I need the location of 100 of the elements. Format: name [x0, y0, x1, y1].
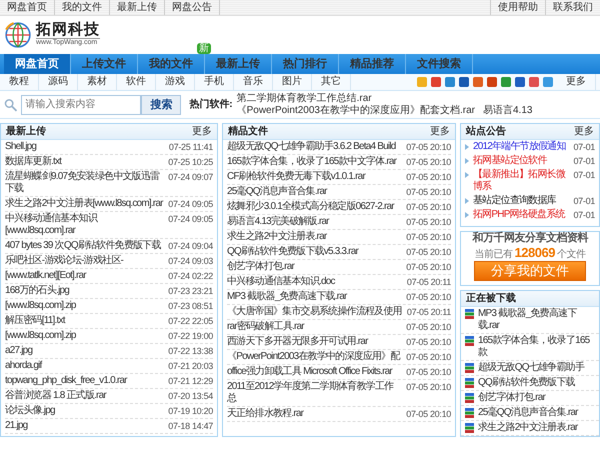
bullet-icon	[465, 212, 469, 218]
file-link[interactable]: 407 bytes 39 次QQ刷钻软件免费版下载	[5, 240, 161, 252]
category-link[interactable]: 源码	[39, 74, 78, 90]
upload-time: 07-21 20:03	[168, 360, 213, 372]
more-link[interactable]: 更多	[430, 124, 450, 139]
more-link[interactable]: 更多	[192, 124, 212, 139]
file-link[interactable]: 2011至2012学年度第二学期体育教学工作总	[227, 381, 402, 405]
file-link[interactable]: 165款字体合集，收录了165款中文字体.rar	[227, 156, 396, 168]
file-link[interactable]: 谷普浏览器 1.8 正式版.rar	[5, 390, 106, 402]
more-link[interactable]: 更多	[557, 74, 596, 90]
file-link[interactable]: 《大唐帝国》集市交易系统操作流程及使用	[227, 306, 402, 318]
notice-link[interactable]: 基站定位查询数据库	[473, 195, 570, 207]
upload-time: 07-05 20:10	[406, 246, 451, 258]
upload-time: 07-25 11:41	[168, 141, 213, 153]
file-link[interactable]: 乐吧社区-游戏论坛-游戏社区-	[5, 255, 123, 267]
file-link[interactable]: 流星蝴蝶剑9.07免安装绿色中文版迅雷下载	[5, 171, 164, 195]
file-link[interactable]: QQ刷钻软件免费版下载	[478, 376, 575, 389]
file-link[interactable]: 天正给排水教程.rar	[227, 408, 304, 420]
notice-link[interactable]: 2012年端午节放假通知	[473, 141, 570, 153]
upload-time: 07-24 09:05	[168, 213, 213, 225]
file-link[interactable]: [www.l8sq.com].zip	[5, 330, 76, 342]
file-link[interactable]: ahorda.gif	[5, 360, 42, 372]
file-link[interactable]: 西游天下多开器无限多开可试用.rar	[227, 336, 368, 348]
file-link[interactable]: 解压密码[11].txt	[5, 315, 65, 327]
notice-link[interactable]: 【最新推出】拓网长微博系	[473, 169, 570, 193]
file-link[interactable]: a27.jpg	[5, 345, 32, 357]
file-link[interactable]: [www.l8sq.com].zip	[5, 300, 76, 312]
category-link[interactable]: 软件	[117, 74, 156, 90]
upload-time: 07-22 13:38	[168, 345, 213, 357]
file-link[interactable]: 求生之路2中文注册表.rar	[227, 231, 326, 243]
top-link[interactable]: 联系我们	[545, 0, 600, 15]
notice-link[interactable]: 拓网PHP网络硬盘系统	[473, 209, 570, 221]
upload-time: 07-20 13:54	[168, 390, 213, 402]
category-link[interactable]: 教程	[0, 74, 39, 90]
file-link[interactable]: 中兴移动通信基本知识.doc	[227, 276, 335, 288]
upload-time: 07-05 20:10	[406, 408, 451, 420]
more-link[interactable]: 更多	[574, 124, 594, 139]
file-link[interactable]: 超级无敌QQ七雄争霸助手	[478, 362, 584, 374]
file-link[interactable]: 165款字体合集，收录了165款	[478, 334, 595, 359]
category-link[interactable]: 素材	[78, 74, 117, 90]
hot-link[interactable]: 《PowerPoint2003在教学中的深度应用》配套文档.rar	[236, 104, 475, 116]
upload-time: 07-05 20:10	[406, 336, 451, 348]
hot-link[interactable]: 易语言4.13	[482, 104, 532, 116]
upload-time: 07-24 09:07	[168, 171, 213, 183]
file-link[interactable]: 求生之路2中文注册表[www.l8sq.com].rar	[5, 198, 163, 210]
category-link[interactable]: 图片	[273, 74, 312, 90]
file-link[interactable]: MP3 截歌器_免费高速下载.rar	[227, 291, 347, 303]
upload-time: 07-21 12:29	[168, 375, 213, 387]
notice-date: 07-01	[573, 169, 595, 181]
file-link[interactable]: 21.jpg	[5, 420, 28, 432]
top-link[interactable]: 我的文件	[55, 0, 110, 15]
upload-time: 07-05 20:10	[406, 381, 451, 393]
hot-link[interactable]: 第二学期体育教学工作总结.rar	[236, 92, 372, 104]
upload-time: 07-05 20:10	[406, 366, 451, 378]
top-link[interactable]: 使用帮助	[490, 0, 545, 15]
archive-icon	[465, 336, 474, 346]
upload-time: 07-05 20:11	[406, 306, 451, 318]
file-link[interactable]: MP3 截歌器_免费高速下载.rar	[478, 308, 595, 332]
panel-title: 最新上传	[6, 124, 46, 139]
file-link[interactable]: 创艺字体打包.rar	[227, 261, 294, 273]
file-link[interactable]: 求生之路2中文注册表.rar	[478, 422, 578, 434]
file-link[interactable]: [www.tatlk.net][Eot].rar	[5, 270, 86, 282]
notice-link[interactable]: 拓网基站定位软件	[473, 155, 570, 167]
file-link[interactable]: 25毫QQ消息声音合集.rar	[227, 186, 327, 198]
file-link[interactable]: 炫舞邪少3.0.1全模式高分稳定版0627-2.rar	[227, 201, 394, 213]
file-link[interactable]: 数据库更新.txt	[5, 156, 62, 168]
logo-text: 拓网科技	[36, 22, 100, 38]
top-link[interactable]: 最新上传	[110, 0, 165, 15]
file-link[interactable]: 超级无敌QQ七雄争霸助手3.6.2 Beta4 Build	[227, 141, 396, 153]
file-link[interactable]: 《PowerPoint2003在教学中的深度应用》配	[227, 351, 400, 363]
file-link[interactable]: QQ刷钻软件免费版下载v5.3.3.rar	[227, 246, 358, 258]
file-link[interactable]: 25毫QQ消息声音合集.rar	[478, 406, 578, 419]
nav-tab[interactable]: 网盘首页	[4, 54, 71, 74]
file-link[interactable]: 易语言4.13完美破解版.rar	[227, 216, 329, 228]
top-link[interactable]: 网盘首页	[0, 0, 55, 15]
globe-logo-icon	[4, 21, 32, 49]
upload-time: 07-05 20:10	[406, 141, 451, 153]
upload-time: 07-05 20:10	[406, 231, 451, 243]
category-link[interactable]: 手机	[195, 74, 234, 90]
search-button[interactable]: 搜索	[141, 94, 182, 114]
category-link[interactable]: 音乐	[234, 74, 273, 90]
upload-time: 07-05 20:10	[406, 171, 451, 183]
file-link[interactable]: Shell.jpg	[5, 141, 36, 153]
file-link[interactable]: office强力卸载工具 Microsoft Office Fixits.rar	[227, 366, 392, 378]
search-field[interactable]: 请输入搜索内容	[21, 94, 142, 114]
upload-time: 07-23 23:21	[168, 285, 213, 297]
archive-icon	[465, 408, 474, 418]
file-link[interactable]: 创艺字体打包.rar	[478, 392, 546, 404]
file-link[interactable]: 168万的石头.jpg	[5, 285, 70, 297]
file-link[interactable]: 中兴移动通信基本知识[www.l8sq.com].rar	[5, 213, 164, 237]
file-link[interactable]: CF刷枪软件免费无毒下载v1.0.1.rar	[227, 171, 365, 183]
category-link[interactable]: 游戏	[156, 74, 195, 90]
upload-time: 07-22 19:00	[168, 330, 213, 342]
category-link[interactable]: 其它	[312, 74, 351, 90]
search-icon	[4, 96, 18, 112]
file-link[interactable]: rar密码破解工具.rar	[227, 321, 304, 333]
file-link[interactable]: 论坛头像.jpg	[5, 405, 55, 417]
file-link[interactable]: topwang_php_disk_free_v1.0.rar	[5, 375, 127, 387]
top-link[interactable]: 网盘公告	[165, 0, 220, 15]
upload-time: 07-05 20:11	[406, 276, 451, 288]
